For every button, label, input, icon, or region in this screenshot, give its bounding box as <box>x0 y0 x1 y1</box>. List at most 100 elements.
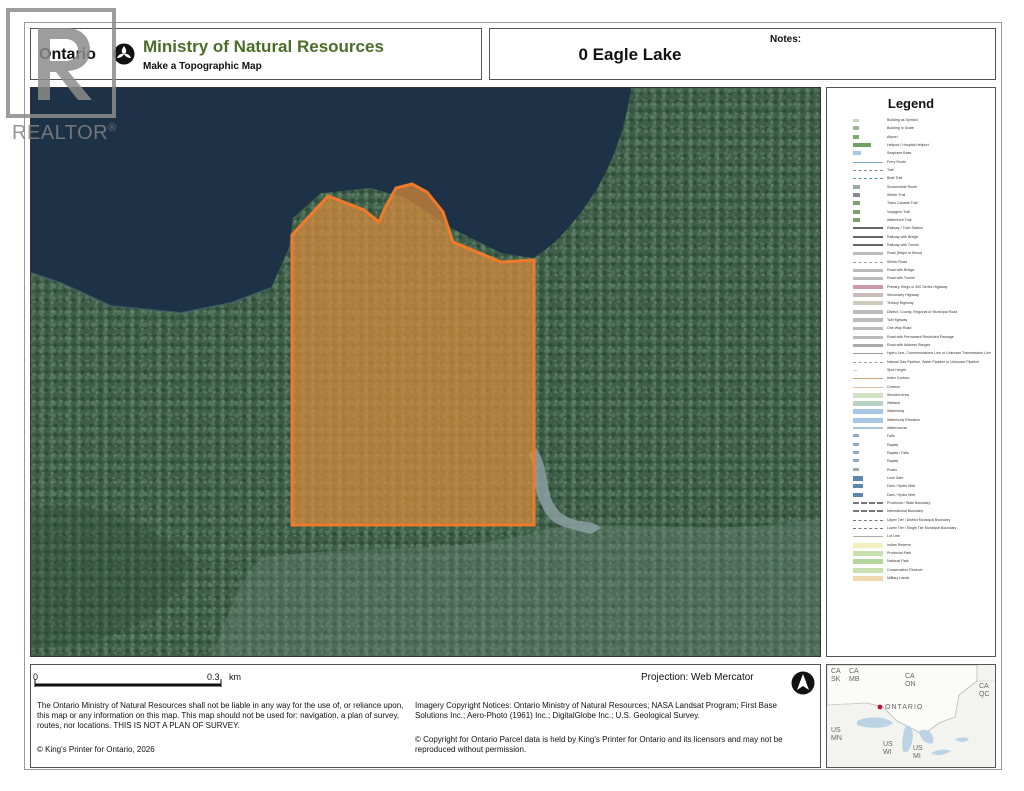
legend-swatch <box>853 528 883 530</box>
legend-swatch <box>853 268 883 272</box>
legend-item-label: Lot Line <box>887 534 900 539</box>
legend-swatch <box>853 292 883 297</box>
legend-item: Wooded Area <box>853 391 993 399</box>
legend-item: Lower Tier / Single Tier Municipal Bound… <box>853 524 993 532</box>
legend-item: Conservation Reserve <box>853 566 993 574</box>
inset-label-on: ON <box>905 681 916 688</box>
legend-item-label: International Boundary <box>887 509 924 514</box>
legend-swatch <box>853 519 883 521</box>
legend-item: Seaplane Base <box>853 149 993 157</box>
legend-item-label: Railway with Tunnel <box>887 242 919 247</box>
ministry-title: Ministry of Natural Resources <box>143 37 384 56</box>
scale-start-label: 0 <box>33 672 39 682</box>
legend-list: Building as Symbol Building to Scale Airpo… <box>853 116 993 582</box>
projection-label: Projection: Web Mercator <box>641 672 754 683</box>
legend-item: Waterbody Elevation <box>853 416 993 424</box>
legend-item-label: Spot Height <box>887 367 906 372</box>
legend-item: Building as Symbol <box>853 116 993 124</box>
legend-item-label: Dam / Hydro Weir <box>887 492 916 497</box>
legend-item: Road with Bridge <box>853 266 993 274</box>
legend-item: Secondary Highway <box>853 291 993 299</box>
map-canvas <box>31 88 820 656</box>
inset-label-ontario: ONTARIO <box>885 704 924 711</box>
legend-item-label: Natural Gas Pipeline, Water Pipeline or … <box>887 359 980 364</box>
inset-label-mn: MN <box>831 735 842 742</box>
imagery-copyright-notice: Imagery Copyright Notices: Ontario Minis… <box>415 701 777 720</box>
legend-swatch <box>853 536 883 538</box>
legend-swatch <box>853 392 883 398</box>
inset-label-us3: US <box>913 745 923 752</box>
legend-item: Voyageur Trail <box>853 208 993 216</box>
legend-item: Winter Road <box>853 258 993 266</box>
legend-item-label: Winter Road <box>887 259 907 264</box>
legend-item-label: Road (Major or Minor) <box>887 251 923 256</box>
legend-item: Waterfront Trail <box>853 216 993 224</box>
legend-item-label: Primary, Kings or 400 Series Highway <box>887 284 948 289</box>
legend-item: Winter Trail <box>853 191 993 199</box>
legend-item-label: Trail <box>887 167 894 172</box>
legend-swatch <box>853 134 859 139</box>
realtor-watermark: REALTOR® <box>6 8 124 144</box>
legend-item: Road (Major or Minor) <box>853 249 993 257</box>
legend-item: Road with Address Ranges <box>853 341 993 349</box>
legend-item: Contour <box>853 383 993 391</box>
legend-item-label: Rapids / Falls <box>887 451 909 456</box>
legend-swatch <box>853 126 859 131</box>
legend-title: Legend <box>887 96 935 111</box>
legend-swatch <box>853 151 861 156</box>
inset-label-ca1: CA <box>831 668 841 675</box>
legend-item: Rapids <box>853 457 993 465</box>
legend-item-label: Road with Tunnel <box>887 276 915 281</box>
legend-item-label: Lower Tier / Single Tier Municipal Bound… <box>887 526 957 531</box>
legend-item: District, County, Regional or Municipal … <box>853 308 993 316</box>
legend-item: Airport <box>853 133 993 141</box>
legend-swatch <box>853 502 883 505</box>
legend-item: Watercourse <box>853 424 993 432</box>
legend-item: Ferry Route <box>853 158 993 166</box>
legend-swatch <box>853 217 860 222</box>
legend-item: Falls <box>853 432 993 440</box>
legend-item-label: Road with Bridge <box>887 267 915 272</box>
legend-item-label: Railway / Train Station <box>887 226 923 231</box>
legend-item-label: Winter Trail <box>887 192 906 197</box>
legend-item-label: Tertiary Highway <box>887 301 914 306</box>
legend-item: Boat Trail <box>853 174 993 182</box>
legend-item: Index Contour <box>853 374 993 382</box>
legend-item-label: Seaplane Base <box>887 151 912 156</box>
legend-item-label: Watercourse <box>887 426 908 431</box>
north-arrow-icon <box>791 671 815 695</box>
legend-item-label: Military Lands <box>887 576 910 581</box>
inset-label-us1: US <box>831 727 841 734</box>
legend-swatch <box>853 484 863 489</box>
legend-item: Rapids / Falls <box>853 449 993 457</box>
legend-swatch <box>853 277 883 281</box>
legend-swatch <box>853 343 883 347</box>
legend-item: National Park <box>853 557 993 565</box>
notes-label: Notes: <box>770 34 802 45</box>
legend-swatch <box>853 378 883 380</box>
legend-item: Primary, Kings or 400 Series Highway <box>853 283 993 291</box>
legend-item-label: Indian Reserve <box>887 542 912 547</box>
legend-swatch <box>853 369 857 371</box>
legend-item-label: Hydro Line, Communications Line or Unkno… <box>887 351 992 356</box>
legend-item: One Way Road <box>853 324 993 332</box>
legend-item-label: Toll Highway <box>887 317 908 322</box>
inset-label-sk: SK <box>831 676 841 683</box>
legend-swatch <box>853 301 883 306</box>
legend-swatch <box>853 492 863 497</box>
legend-item: International Boundary <box>853 507 993 515</box>
legend-swatch <box>853 559 883 565</box>
legend-swatch <box>853 427 883 430</box>
legend-item: Hydro Line, Communications Line or Unkno… <box>853 349 993 357</box>
legend-swatch <box>853 361 883 363</box>
legend-item-label: Falls <box>887 434 895 439</box>
legend-swatch <box>853 169 883 171</box>
legend-swatch <box>853 252 883 256</box>
legend-swatch <box>853 192 860 197</box>
legend-swatch <box>853 142 871 147</box>
legend-swatch <box>853 327 883 331</box>
legend-item: Road with Tunnel <box>853 274 993 282</box>
satellite-map[interactable] <box>30 87 821 657</box>
legend-item: Rapids <box>853 441 993 449</box>
legend-swatch <box>853 386 883 388</box>
